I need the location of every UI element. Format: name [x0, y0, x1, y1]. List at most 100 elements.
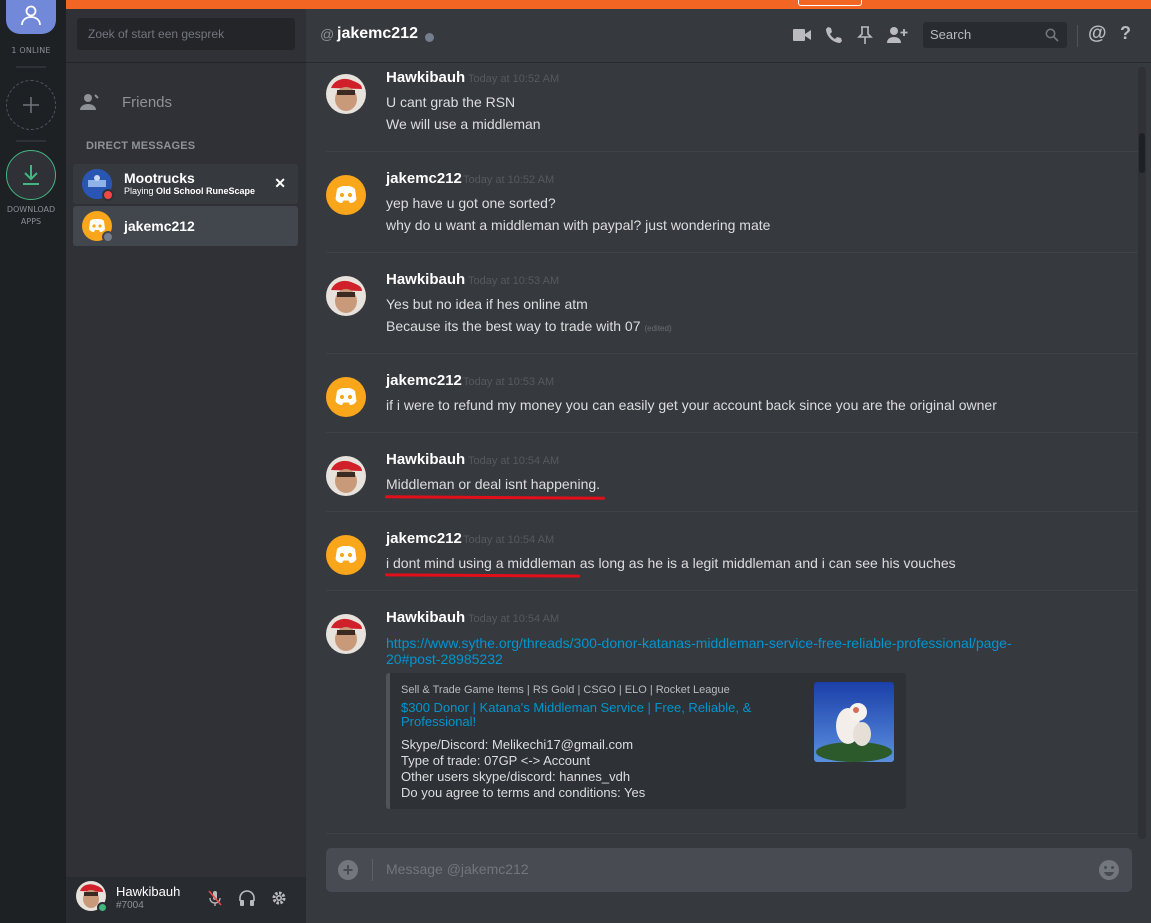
message-divider [326, 432, 1138, 433]
dm-search-container: Zoek of start een gesprek [66, 9, 306, 63]
close-dm-icon[interactable]: ✕ [274, 175, 286, 192]
message-timestamp: Today at 10:53 AM [468, 275, 560, 287]
message-input[interactable]: Message @jakemc212 [386, 861, 529, 877]
friends-nav-item[interactable]: Friends [78, 87, 172, 117]
channel-title: jakemc212 [337, 25, 418, 42]
friends-home-button[interactable] [6, 0, 56, 34]
avatar[interactable] [326, 614, 366, 654]
message-link[interactable]: https://www.sythe.org/threads/300-donor-… [386, 635, 1066, 667]
message-text: if i were to refund my money you can eas… [386, 397, 997, 413]
discord-logo-icon [335, 388, 357, 405]
message-divider [326, 833, 1138, 834]
help-icon[interactable]: ? [1120, 23, 1131, 44]
message-divider [326, 511, 1138, 512]
username: Hawkibauh [116, 884, 181, 899]
scrollbar-thumb[interactable] [1139, 133, 1145, 173]
avatar[interactable] [326, 456, 366, 496]
message-text: Because its the best way to trade with 0… [386, 318, 641, 334]
user-panel: Hawkibauh #7004 [66, 877, 306, 923]
voice-call-icon[interactable] [824, 25, 844, 45]
add-server-button[interactable] [6, 80, 56, 130]
guild-sidebar: 1 ONLINE DOWNLOAD APPS [0, 0, 66, 923]
message-text: We will use a middleman [386, 116, 541, 132]
dm-sidebar: Zoek of start een gesprek Friends DIRECT… [66, 9, 306, 923]
dm-item-jakemc212[interactable]: jakemc212 [73, 206, 298, 246]
guild-divider [16, 140, 46, 142]
plus-icon [23, 97, 39, 113]
avatar[interactable] [326, 175, 366, 215]
message-author[interactable]: Hawkibauh [386, 451, 465, 468]
download-apps-button[interactable] [6, 150, 56, 200]
online-count: 1 ONLINE [11, 46, 51, 55]
embed-description-line: Do you agree to terms and conditions: Ye… [401, 785, 646, 800]
upload-plus-icon[interactable]: + [338, 860, 358, 880]
avatar[interactable] [326, 74, 366, 114]
message-divider [326, 151, 1138, 152]
activity-game: Old School RuneScape [156, 186, 256, 196]
dm-name: Mootrucks [124, 170, 195, 186]
discord-logo-icon [335, 186, 357, 203]
red-underline-annotation [384, 495, 606, 500]
download-label-line-1: DOWNLOAD [6, 205, 56, 214]
mute-microphone-icon[interactable] [206, 889, 224, 907]
friends-wave-icon [80, 94, 99, 110]
message-text: i dont mind using a middleman as long as… [386, 555, 956, 571]
message-author[interactable]: Hawkibauh [386, 69, 465, 86]
message-author[interactable]: Hawkibauh [386, 609, 465, 626]
message-scrollbar[interactable] [1138, 67, 1146, 839]
add-friend-icon[interactable] [886, 25, 908, 45]
message-group: jakemc212 Today at 10:53 AM if i were to… [326, 372, 1138, 432]
header-search-input[interactable]: Search [923, 22, 1067, 48]
dm-search-input[interactable]: Zoek of start een gesprek [77, 18, 295, 50]
embed-description-line: Type of trade: 07GP <-> Account [401, 753, 591, 768]
message-text: yep have u got one sorted? [386, 195, 556, 211]
message-group: Hawkibauh Today at 10:54 AM https://www.… [326, 609, 1138, 819]
download-label-line-2: APPS [20, 217, 42, 226]
red-underline-annotation [384, 573, 581, 578]
user-controls [206, 889, 288, 907]
message-author[interactable]: jakemc212 [386, 530, 462, 547]
activity-prefix: Playing [124, 186, 157, 196]
mentions-icon[interactable]: @ [1088, 23, 1107, 45]
settings-gear-icon[interactable] [270, 889, 288, 907]
message-author[interactable]: jakemc212 [386, 372, 462, 389]
dm-item-mootrucks[interactable]: Mootrucks Playing Old School RuneScape ✕ [73, 164, 298, 204]
status-indicator-offline [102, 231, 114, 243]
message-timestamp: Today at 10:52 AM [463, 174, 555, 186]
link-line-1[interactable]: https://www.sythe.org/threads/300-donor-… [386, 635, 1066, 651]
avatar[interactable] [326, 535, 366, 575]
embed-provider[interactable]: Sell & Trade Game Items | RS Gold | CSGO… [401, 684, 730, 696]
message-list: Hawkibauh Today at 10:52 AM U cant grab … [306, 63, 1138, 848]
message-author[interactable]: jakemc212 [386, 170, 462, 187]
dm-name: jakemc212 [124, 218, 195, 234]
friends-label: Friends [122, 93, 173, 111]
link-line-2[interactable]: 20#post-28985232 [386, 651, 1066, 667]
notice-bar-button[interactable] [798, 0, 862, 6]
message-divider [326, 590, 1138, 591]
message-author[interactable]: Hawkibauh [386, 271, 465, 288]
dm-activity: Playing Old School RuneScape [124, 186, 255, 196]
download-apps-label: DOWNLOAD APPS [0, 204, 62, 228]
message-timestamp: Today at 10:54 AM [463, 534, 555, 546]
video-call-icon[interactable] [792, 26, 812, 44]
emoji-picker-icon[interactable] [1098, 859, 1120, 881]
message-composer: + Message @jakemc212 [326, 848, 1132, 892]
headphones-icon[interactable] [238, 889, 256, 907]
embed-thumbnail[interactable] [814, 682, 894, 762]
avatar[interactable] [326, 377, 366, 417]
search-placeholder: Search [930, 27, 972, 42]
avatar[interactable] [326, 276, 366, 316]
message-timestamp: Today at 10:53 AM [463, 376, 555, 388]
message-divider [326, 353, 1138, 354]
pin-icon[interactable] [856, 25, 874, 45]
status-indicator-online [97, 902, 108, 913]
message-text: Yes but no idea if hes online atm [386, 296, 588, 312]
message-timestamp: Today at 10:54 AM [468, 613, 560, 625]
message-group: Hawkibauh Today at 10:52 AM U cant grab … [326, 69, 1138, 149]
guild-divider [16, 66, 46, 68]
download-icon [23, 165, 39, 185]
message-group: jakemc212 Today at 10:54 AM i dont mind … [326, 530, 1138, 590]
message-timestamp: Today at 10:52 AM [468, 73, 560, 85]
chat-area: @ jakemc212 Search @ ? Hawkibauh Today a… [306, 9, 1151, 923]
embed-title[interactable]: $300 Donor | Katana's Middleman Service … [401, 701, 781, 729]
